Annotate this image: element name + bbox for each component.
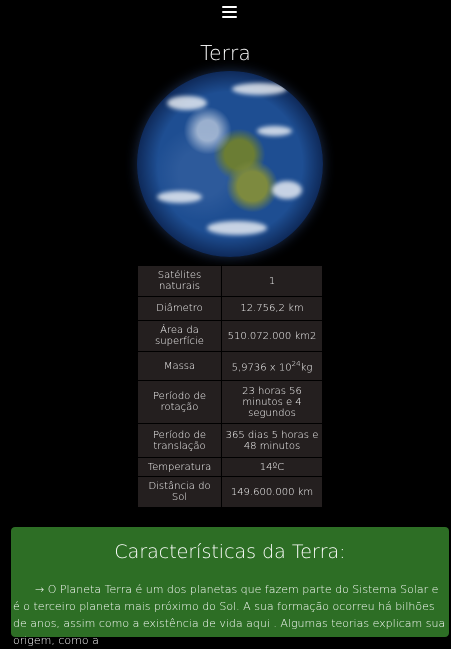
fact-label: Área da superfície [137, 320, 222, 352]
fact-label: Temperatura [137, 457, 222, 477]
fact-value: 23 horas 56 minutos e 4 segundos [221, 380, 323, 424]
fact-label: Distância do Sol [137, 476, 222, 508]
fact-label: Período de translação [137, 423, 222, 458]
table-row: Satélites naturais 1 [137, 265, 323, 297]
fact-label: Período de rotação [137, 380, 222, 424]
facts-table: Satélites naturais 1 Diâmetro 12.756,2 k… [137, 265, 323, 508]
hamburger-menu-icon[interactable] [222, 6, 237, 18]
table-row: Período de translação 365 dias 5 horas e… [137, 423, 323, 458]
earth-image [137, 71, 323, 257]
menu-bar [222, 11, 237, 13]
mass-unit: kg [300, 362, 313, 374]
mass-exponent: 24 [291, 359, 301, 368]
table-row: Diâmetro 12.756,2 km [137, 296, 323, 321]
table-row: Distância do Sol 149.600.000 km [137, 476, 323, 508]
fact-value: 12.756,2 km [221, 296, 323, 321]
characteristics-text: → O Planeta Terra é um dos planetas que … [13, 583, 446, 647]
fact-value: 149.600.000 km [221, 476, 323, 508]
fact-value: 365 dias 5 horas e 48 minutos [221, 423, 323, 458]
fact-value: 14ºC [221, 457, 323, 477]
table-row: Período de rotação 23 horas 56 minutos e… [137, 380, 323, 424]
fact-label: Diâmetro [137, 296, 222, 321]
mass-base: 5,9736 x 10 [231, 362, 292, 374]
characteristics-card: Características da Terra: → O Planeta Te… [11, 527, 449, 647]
characteristics-heading: Características da Terra: [114, 541, 346, 563]
fact-value: 5,9736 x 1024kg [221, 351, 323, 381]
fact-value: 1 [221, 265, 323, 297]
menu-bar [222, 16, 237, 18]
fact-label: Satélites naturais [137, 265, 222, 297]
table-row: Temperatura 14ºC [137, 457, 323, 477]
table-row: Massa 5,9736 x 1024kg [137, 351, 323, 381]
fact-label: Massa [137, 351, 222, 381]
fact-value: 510.072.000 km2 [221, 320, 323, 352]
page-title: Terra [200, 41, 251, 65]
table-row: Área da superfície 510.072.000 km2 [137, 320, 323, 352]
menu-bar [222, 6, 237, 8]
